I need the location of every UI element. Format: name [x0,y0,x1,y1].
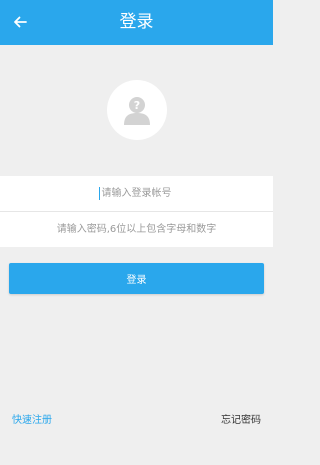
password-input[interactable] [0,211,273,248]
unknown-user-icon: ? [124,97,150,125]
app-bar: 登录 [0,0,273,45]
text-caret [99,187,100,200]
quick-register-link[interactable]: 快速注册 [12,411,52,426]
page-title: 登录 [119,12,154,32]
forgot-password-link[interactable]: 忘记密码 [221,411,261,426]
login-button[interactable]: 登录 [9,263,264,294]
svg-text:?: ? [134,99,140,112]
login-form [0,175,273,248]
password-field [0,211,273,248]
avatar: ? [107,80,167,140]
account-input[interactable] [0,175,273,212]
account-field [0,175,273,212]
